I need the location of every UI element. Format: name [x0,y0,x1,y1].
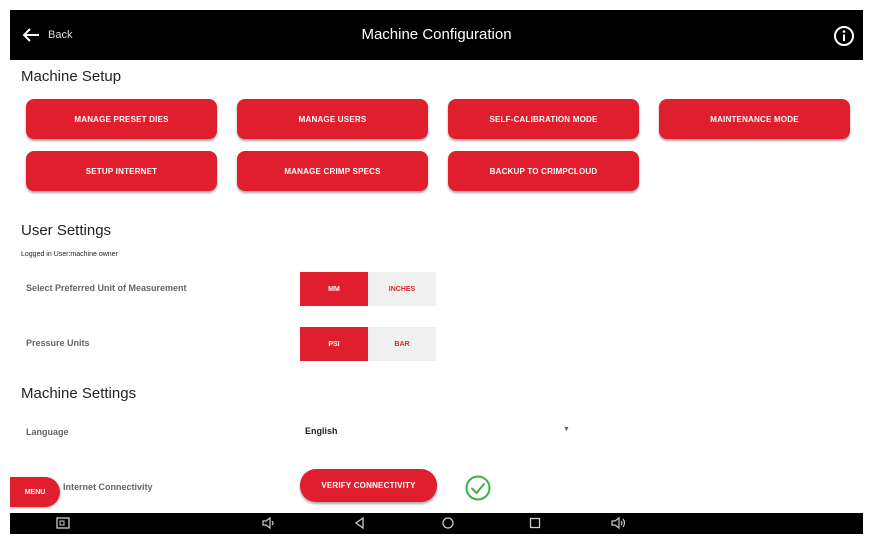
volume-down-icon[interactable] [261,515,277,531]
maintenance-mode-button[interactable]: MAINTENANCE MODE [659,99,850,139]
user-settings-title: User Settings [21,222,112,239]
unit-toggle: MM INCHES [300,272,436,306]
unit-option-mm[interactable]: MM [300,272,368,306]
check-circle-icon [465,475,491,501]
pressure-option-psi[interactable]: PSI [300,327,368,361]
internet-connectivity-label: Internet Connectivity [63,482,153,492]
self-calibration-mode-button[interactable]: SELF-CALIBRATION MODE [448,99,639,139]
system-navigation-bar [10,513,863,534]
pressure-toggle: PSI BAR [300,327,436,361]
language-label: Language [26,427,69,437]
unit-option-inches[interactable]: INCHES [368,272,436,306]
machine-setup-title: Machine Setup [21,68,122,85]
pressure-option-bar[interactable]: BAR [368,327,436,361]
volume-up-icon[interactable] [611,515,627,531]
machine-settings-title: Machine Settings [21,385,137,402]
manage-crimp-specs-button[interactable]: MANAGE CRIMP SPECS [237,151,428,191]
screenshot-icon[interactable] [55,515,71,531]
manage-preset-dies-button[interactable]: MANAGE PRESET DIES [26,99,217,139]
manage-users-button[interactable]: MANAGE USERS [237,99,428,139]
setup-internet-button[interactable]: SETUP INTERNET [26,151,217,191]
language-select[interactable]: English [305,426,338,436]
home-circle-icon[interactable] [440,515,456,531]
top-bar: Back Machine Configuration [10,10,863,60]
info-icon[interactable] [833,25,855,47]
backup-to-crimpcloud-button[interactable]: BACKUP TO CRIMPCLOUD [448,151,639,191]
back-triangle-icon[interactable] [352,515,368,531]
menu-button[interactable]: MENU [10,477,60,507]
pressure-units-label: Pressure Units [26,338,90,348]
verify-connectivity-button[interactable]: VERIFY CONNECTIVITY [300,469,437,502]
dropdown-caret-icon[interactable]: ▼ [563,426,570,433]
unit-of-measurement-label: Select Preferred Unit of Measurement [26,283,187,293]
app-window: Back Machine Configuration Machine Setup… [10,10,863,534]
page-title: Machine Configuration [361,26,512,43]
logged-in-user: Logged in User:machine owner [21,251,118,258]
recent-apps-icon[interactable] [527,515,543,531]
